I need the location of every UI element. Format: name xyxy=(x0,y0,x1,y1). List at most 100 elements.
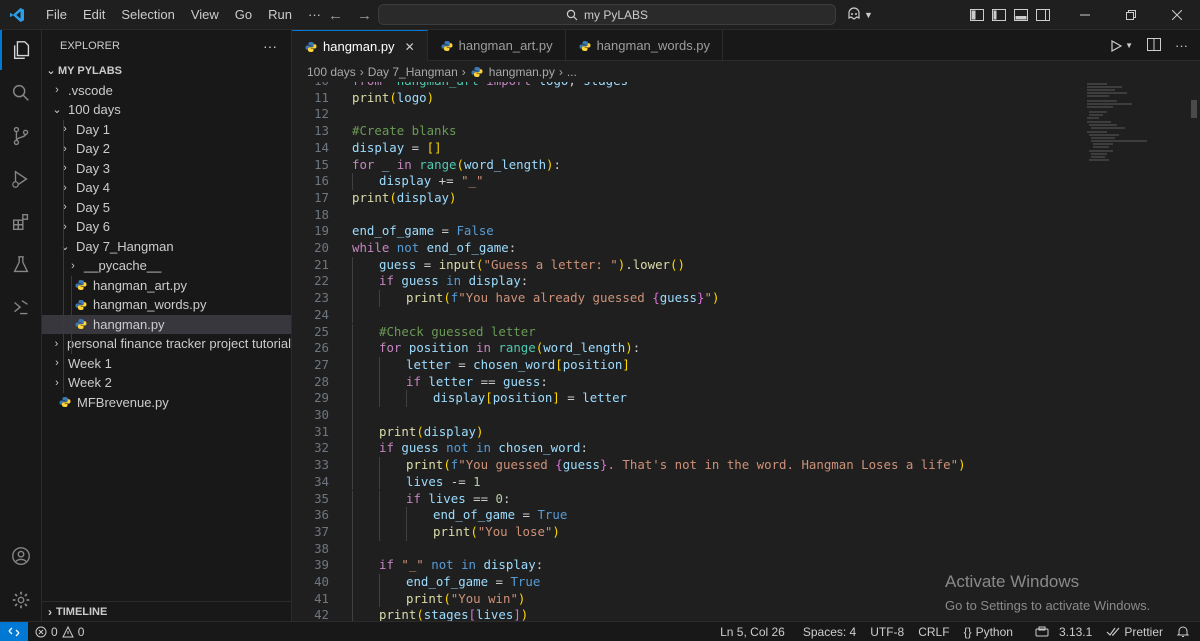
workspace-root[interactable]: ⌄ MY PYLABS xyxy=(42,61,291,81)
code-line[interactable]: 35 if lives == 0: xyxy=(292,490,1082,508)
settings-gear-icon[interactable] xyxy=(0,580,42,620)
editor-tab[interactable]: hangman_art.py xyxy=(428,30,566,61)
code-line[interactable]: 34 lives -= 1 xyxy=(292,473,1082,491)
source-control-icon[interactable] xyxy=(0,116,42,156)
tree-folder[interactable]: › personal finance tracker project tutori… xyxy=(42,334,291,354)
tree-folder[interactable]: › Day 5 xyxy=(42,198,291,218)
language-mode[interactable]: {} Python xyxy=(957,625,1020,639)
toggle-secondary-sidebar-icon[interactable] xyxy=(1032,0,1054,30)
toggle-sidebar-icon[interactable] xyxy=(988,0,1010,30)
code-line[interactable]: 25 #Check guessed letter xyxy=(292,323,1082,341)
copilot-button[interactable]: ▼ xyxy=(846,7,873,23)
breadcrumb-item[interactable]: hangman.py xyxy=(489,65,555,79)
prettier-status[interactable]: Prettier xyxy=(1099,625,1170,639)
timeline-section[interactable]: › TIMELINE xyxy=(42,601,291,621)
close-tab-icon[interactable]: ✕ xyxy=(405,40,415,54)
extensions-icon[interactable] xyxy=(0,202,42,242)
tree-folder[interactable]: › Day 4 xyxy=(42,178,291,198)
breadcrumb-item[interactable]: 100 days xyxy=(307,65,356,79)
tree-folder[interactable]: › Day 2 xyxy=(42,139,291,159)
tree-folder[interactable]: › Week 2 xyxy=(42,373,291,393)
tree-folder[interactable]: ⌄ 100 days xyxy=(42,100,291,120)
code-line[interactable]: 30 xyxy=(292,407,1082,424)
code-line[interactable]: 23 print(f"You have already guessed {gues… xyxy=(292,290,1082,307)
run-and-debug-icon[interactable] xyxy=(0,159,42,199)
code-line[interactable]: 31 print(display) xyxy=(292,423,1082,441)
customize-layout-icon[interactable] xyxy=(966,0,988,30)
minimap[interactable] xyxy=(1087,82,1157,162)
code-line[interactable]: 14 display = [] xyxy=(292,140,1082,157)
indentation[interactable]: Spaces: 4 xyxy=(796,625,863,639)
explorer-more-actions-icon[interactable]: ··· xyxy=(263,38,277,54)
tree-folder[interactable]: › Week 1 xyxy=(42,354,291,374)
code-line[interactable]: 29 display[position] = letter xyxy=(292,390,1082,407)
back-arrow-icon[interactable]: ← xyxy=(328,7,343,24)
code-line[interactable]: 32 if guess not in chosen_word: xyxy=(292,440,1082,458)
menu-item[interactable]: Run xyxy=(260,0,300,30)
editor-tab[interactable]: hangman.py ✕ xyxy=(292,30,428,62)
code-line[interactable]: 13 #Create blanks xyxy=(292,123,1082,140)
breadcrumb-item[interactable]: Day 7_Hangman xyxy=(368,65,458,79)
remote-explorer-icon[interactable] xyxy=(0,288,42,328)
problems-indicator[interactable]: 0 0 xyxy=(28,625,91,639)
code-line[interactable]: 36 end_of_game = True xyxy=(292,507,1082,524)
split-editor-icon[interactable] xyxy=(1147,37,1161,54)
tree-file[interactable]: hangman.py xyxy=(42,314,291,334)
tree-folder[interactable]: › Day 1 xyxy=(42,120,291,140)
code-line[interactable]: 12 xyxy=(292,106,1082,123)
testing-flask-icon[interactable] xyxy=(0,245,42,285)
tree-file[interactable]: hangman_words.py xyxy=(42,295,291,315)
explorer-icon[interactable] xyxy=(0,30,42,70)
tree-folder[interactable]: › .vscode xyxy=(42,81,291,101)
code-line[interactable]: 20 while not end_of_game: xyxy=(292,240,1082,257)
account-icon[interactable] xyxy=(0,536,42,576)
editor-tab[interactable]: hangman_words.py xyxy=(566,30,724,61)
menu-item[interactable]: File xyxy=(38,0,75,30)
tree-folder[interactable]: › __pycache__ xyxy=(42,256,291,276)
menu-overflow[interactable]: ··· xyxy=(300,0,329,30)
remote-indicator-icon[interactable] xyxy=(0,621,28,641)
end-of-line[interactable]: CRLF xyxy=(911,625,956,639)
code-line[interactable]: 24 xyxy=(292,306,1082,324)
encoding[interactable]: UTF-8 xyxy=(863,625,911,639)
vertical-scrollbar[interactable] xyxy=(1188,82,1200,621)
search-icon[interactable] xyxy=(0,73,42,113)
notifications-bell-icon[interactable] xyxy=(1170,625,1196,638)
tree-folder[interactable]: ⌄ Day 7_Hangman xyxy=(42,237,291,257)
toggle-panel-icon[interactable] xyxy=(1010,0,1032,30)
code-line[interactable]: 17 print(display) xyxy=(292,190,1082,207)
code-line[interactable]: 26 for position in range(word_length): xyxy=(292,340,1082,357)
cursor-position[interactable]: Ln 5, Col 26 xyxy=(713,625,792,639)
code-line[interactable]: 27 letter = chosen_word[position] xyxy=(292,356,1082,374)
code-line[interactable]: 11 print(logo) xyxy=(292,90,1082,107)
restore-icon[interactable] xyxy=(1108,0,1154,30)
forward-arrow-icon[interactable]: → xyxy=(357,7,372,24)
code-line[interactable]: 10 from hangman_art import logo, stages xyxy=(292,82,1082,90)
tree-file[interactable]: MFBrevenue.py xyxy=(42,393,291,413)
tree-folder[interactable]: › Day 3 xyxy=(42,159,291,179)
minimize-icon[interactable] xyxy=(1062,0,1108,30)
scrollbar-thumb[interactable] xyxy=(1191,100,1197,118)
code-line[interactable]: 33 print(f"You guessed {guess}. That's no… xyxy=(292,457,1082,474)
code-line[interactable]: 16 display += "_" xyxy=(292,173,1082,190)
python-interpreter[interactable]: 3.13.1 xyxy=(1028,625,1099,639)
menu-item[interactable]: View xyxy=(183,0,227,30)
close-window-icon[interactable] xyxy=(1154,0,1200,30)
code-line[interactable]: 37 print("You lose") xyxy=(292,523,1082,541)
code-editor[interactable]: 10from hangman_art import logo, stages11… xyxy=(292,82,1200,621)
code-line[interactable]: 15 for _ in range(word_length): xyxy=(292,157,1082,174)
menu-item[interactable]: Selection xyxy=(113,0,182,30)
tree-folder[interactable]: › Day 6 xyxy=(42,217,291,237)
breadcrumb-item[interactable]: ... xyxy=(567,65,577,79)
code-line[interactable]: 19 end_of_game = False xyxy=(292,223,1082,240)
run-python-file-icon[interactable]: ▼ xyxy=(1111,39,1133,52)
code-line[interactable]: 38 xyxy=(292,540,1082,558)
command-center-search[interactable]: my PyLABS xyxy=(378,4,836,25)
code-line[interactable]: 21 guess = input("Guess a letter: ").lowe… xyxy=(292,256,1082,274)
tree-file[interactable]: hangman_art.py xyxy=(42,276,291,296)
code-line[interactable]: 18 xyxy=(292,207,1082,224)
code-line[interactable]: 28 if letter == guess: xyxy=(292,373,1082,391)
more-actions-icon[interactable]: ··· xyxy=(1175,38,1188,53)
code-line[interactable]: 22 if guess in display: xyxy=(292,273,1082,291)
menu-item[interactable]: Go xyxy=(227,0,260,30)
